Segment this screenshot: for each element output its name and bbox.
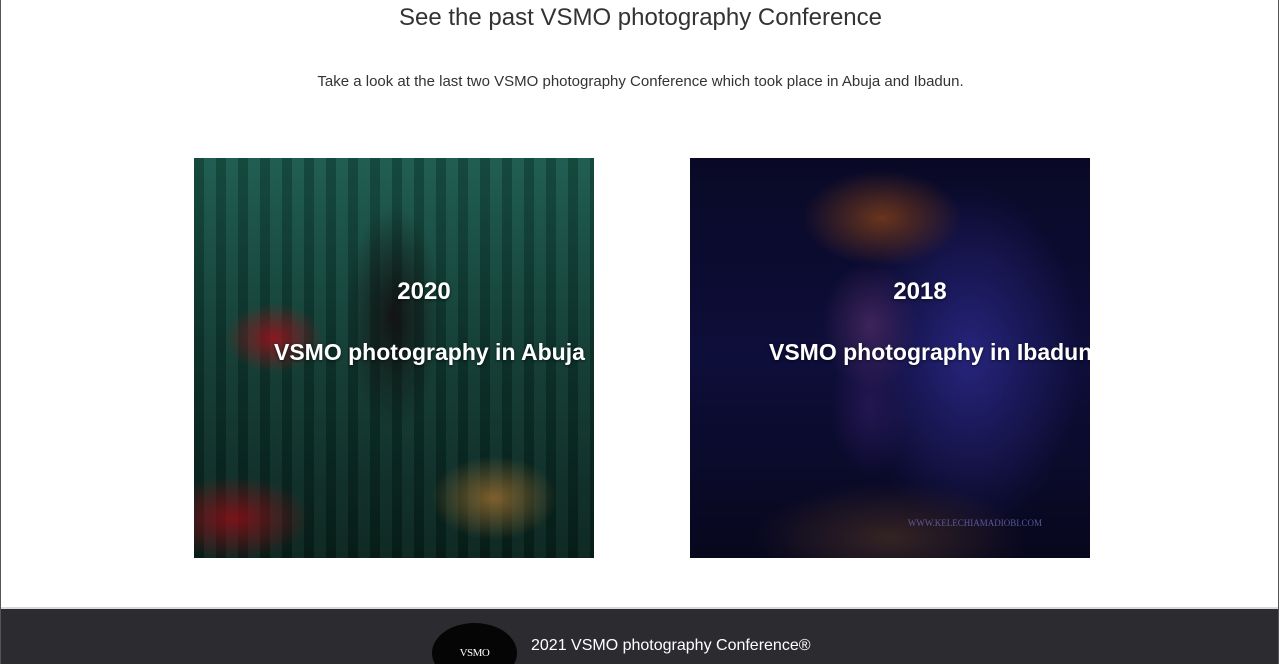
footer: VSMO 2021 VSMO photography Conference®: [1, 607, 1278, 664]
section-heading: See the past VSMO photography Conference: [399, 4, 882, 31]
photo-watermark: WWW.KELECHIAMADIOBI.COM: [907, 518, 1042, 528]
conference-card-abuja[interactable]: 2020 VSMO photography in Abuja: [194, 158, 594, 558]
card-title: VSMO photography in Ibadun: [769, 339, 1090, 365]
card-title: VSMO photography in Abuja: [274, 339, 585, 365]
section-subtext: Take a look at the last two VSMO photogr…: [317, 73, 964, 90]
page: See the past VSMO photography Conference…: [0, 0, 1279, 664]
footer-logo[interactable]: VSMO: [432, 623, 517, 664]
card-year: 2018: [893, 278, 947, 305]
footer-copyright: 2021 VSMO photography Conference®: [531, 637, 811, 654]
card-year: 2020: [397, 278, 451, 305]
conference-card-ibadun[interactable]: 2018 VSMO photography in Ibadun WWW.KELE…: [690, 158, 1090, 558]
